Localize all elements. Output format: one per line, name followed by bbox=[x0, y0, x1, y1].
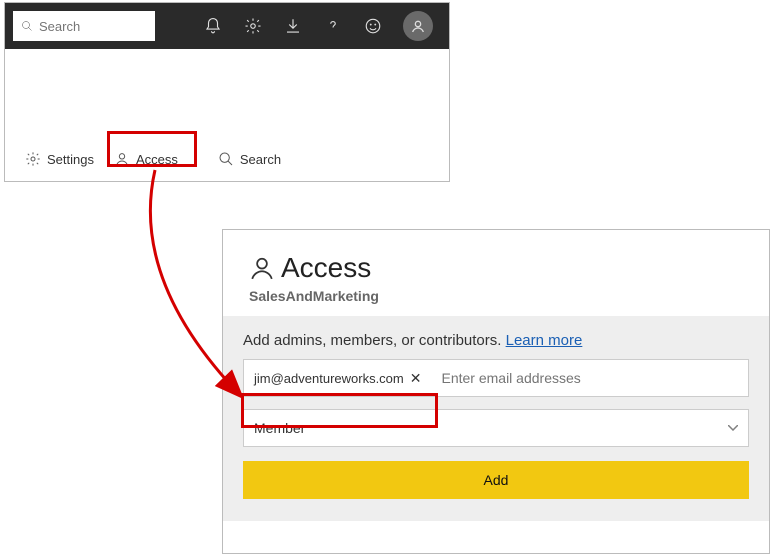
instruction-label: Add admins, members, or contributors. bbox=[243, 332, 501, 349]
learn-more-link[interactable]: Learn more bbox=[506, 332, 583, 349]
notifications-icon[interactable] bbox=[203, 16, 223, 36]
remove-chip-icon[interactable]: ✕ bbox=[410, 370, 422, 387]
feedback-icon[interactable] bbox=[363, 16, 383, 36]
top-window: Settings Access Search bbox=[4, 2, 450, 182]
settings-button[interactable]: Settings bbox=[15, 147, 104, 171]
panel-body: Add admins, members, or contributors. Le… bbox=[223, 316, 769, 521]
access-panel: Access SalesAndMarketing Add admins, mem… bbox=[222, 229, 770, 554]
panel-header: Access SalesAndMarketing bbox=[223, 230, 769, 316]
person-icon bbox=[114, 151, 130, 167]
search-icon bbox=[21, 19, 33, 33]
user-avatar[interactable] bbox=[403, 11, 433, 41]
search-icon bbox=[218, 151, 234, 167]
email-input[interactable] bbox=[433, 370, 744, 386]
download-icon[interactable] bbox=[283, 16, 303, 36]
workspace-toolbar: Settings Access Search bbox=[5, 137, 449, 181]
panel-title-text: Access bbox=[281, 252, 371, 284]
help-icon[interactable] bbox=[323, 16, 343, 36]
search-input[interactable] bbox=[39, 19, 147, 34]
gear-icon bbox=[25, 151, 41, 167]
global-search[interactable] bbox=[13, 11, 155, 41]
email-field[interactable]: jim@adventureworks.com ✕ bbox=[243, 359, 749, 397]
person-icon bbox=[249, 255, 275, 281]
search-button[interactable]: Search bbox=[208, 147, 291, 171]
search-label: Search bbox=[240, 152, 281, 167]
top-right-icons bbox=[203, 11, 441, 41]
role-select[interactable]: Member bbox=[243, 409, 749, 447]
top-bar bbox=[5, 3, 449, 49]
workspace-name: SalesAndMarketing bbox=[249, 288, 743, 304]
settings-label: Settings bbox=[47, 152, 94, 167]
add-button[interactable]: Add bbox=[243, 461, 749, 499]
chip-text: jim@adventureworks.com bbox=[254, 371, 404, 386]
instruction-text: Add admins, members, or contributors. Le… bbox=[243, 332, 749, 349]
settings-gear-icon[interactable] bbox=[243, 16, 263, 36]
panel-title: Access bbox=[249, 252, 743, 284]
email-chip: jim@adventureworks.com ✕ bbox=[248, 366, 427, 391]
access-label: Access bbox=[136, 152, 178, 167]
access-button[interactable]: Access bbox=[104, 147, 188, 171]
